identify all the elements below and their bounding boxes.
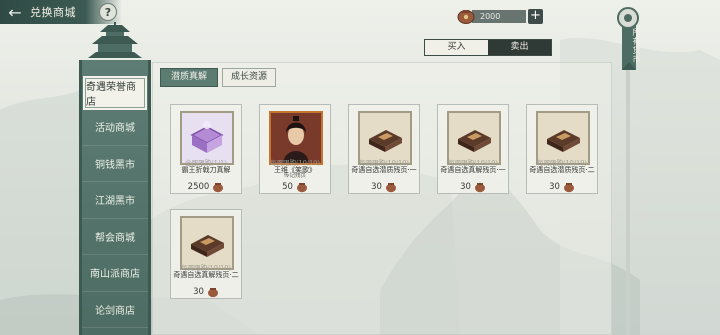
item-price: 30 xyxy=(460,182,471,192)
sidebar-item-honor-shop[interactable]: 奇遇荣誉商店 xyxy=(85,78,145,108)
add-currency-button[interactable]: + xyxy=(528,8,543,24)
currency-pouch-icon xyxy=(213,182,224,192)
item-price: 50 xyxy=(282,182,293,192)
buy-sell-toggle: 买入 卖出 xyxy=(424,39,552,56)
item-name: 奇遇自选真解残页·一 xyxy=(440,166,506,174)
item-name: 奇遇自选潜质残页·二 xyxy=(529,166,595,174)
sidebar-item-jianghu-black-market[interactable]: 江湖黑市 xyxy=(82,182,148,219)
currency-display: 2000 + xyxy=(456,6,543,26)
item-name: 奇遇自选真解残页·二 xyxy=(173,271,239,279)
shop-item-card[interactable]: 每周限购(10/10) 奇遇自选真解残页·二 30 xyxy=(170,209,242,299)
tab-sell[interactable]: 卖出 xyxy=(488,40,551,55)
decorative-pole xyxy=(626,58,630,335)
all-currency-button[interactable]: 所有货币 xyxy=(620,28,642,64)
price-row: 2500 xyxy=(171,180,241,194)
currency-pouch-icon xyxy=(457,10,475,24)
tab-buy[interactable]: 买入 xyxy=(425,40,488,55)
item-price: 30 xyxy=(193,287,204,297)
price-row: 30 xyxy=(527,180,597,194)
shop-item-card[interactable]: 每周限购(10/10) 王维《笑歌》 传记残页 50 xyxy=(259,104,331,194)
back-arrow-icon: ← xyxy=(8,2,22,22)
purple-book-icon xyxy=(182,113,232,163)
item-name: 霸王折戟刀真解 xyxy=(181,166,231,174)
currency-pouch-icon xyxy=(385,182,396,192)
tab-potential-manual[interactable]: 潜质真解 xyxy=(160,68,218,87)
currency-pouch-icon xyxy=(207,287,218,297)
character-portrait-icon xyxy=(271,113,321,163)
price-row: 30 xyxy=(438,180,508,194)
item-price: 2500 xyxy=(187,182,210,192)
shop-item-card[interactable]: 每周限购(10/10) 奇遇自选真解残页·一 30 xyxy=(437,104,509,194)
item-name: 奇遇自选潜质残页·一 xyxy=(351,166,417,174)
currency-pouch-icon xyxy=(474,182,485,192)
item-price: 30 xyxy=(371,182,382,192)
sidebar-item-nanshan-shop[interactable]: 南山派商店 xyxy=(82,255,148,292)
price-row: 50 xyxy=(260,180,330,194)
currency-amount: 2000 xyxy=(472,9,526,23)
help-button[interactable]: ? xyxy=(99,3,117,21)
back-button[interactable]: ← xyxy=(0,0,30,24)
brown-book-icon xyxy=(360,113,410,163)
page-title: 兑换商城 xyxy=(30,6,76,19)
item-price: 30 xyxy=(549,182,560,192)
sidebar-item-sword-shop[interactable]: 论剑商店 xyxy=(82,292,148,328)
tab-growth-resources[interactable]: 成长资源 xyxy=(222,68,276,87)
brown-book-icon xyxy=(449,113,499,163)
sidebar-item-event-mall[interactable]: 活动商城 xyxy=(82,109,148,146)
shop-sidebar: 奇遇荣誉商店 活动商城 铜钱黑市 江湖黑市 帮会商城 南山派商店 论剑商店 xyxy=(79,60,151,335)
brown-book-icon xyxy=(182,218,232,268)
price-row: 30 xyxy=(171,285,241,299)
brown-book-icon xyxy=(538,113,588,163)
item-subtitle: 传记残页 xyxy=(283,173,306,179)
currency-pouch-icon xyxy=(296,182,307,192)
sidebar-item-copper-black-market[interactable]: 铜钱黑市 xyxy=(82,146,148,182)
shop-item-card[interactable]: 每周限购(10/10) 奇遇自选潜质残页·二 30 xyxy=(526,104,598,194)
pavilion-roof-icon xyxy=(88,22,142,58)
shop-item-card[interactable]: 每周限购(10/10) 奇遇自选潜质残页·一 30 xyxy=(348,104,420,194)
price-row: 30 xyxy=(349,180,419,194)
sidebar-item-guild-mall[interactable]: 帮会商城 xyxy=(82,219,148,255)
currency-pouch-icon xyxy=(563,182,574,192)
shop-item-card[interactable]: 全服限购(1/1) 霸王折戟刀真解 2500 xyxy=(170,104,242,194)
